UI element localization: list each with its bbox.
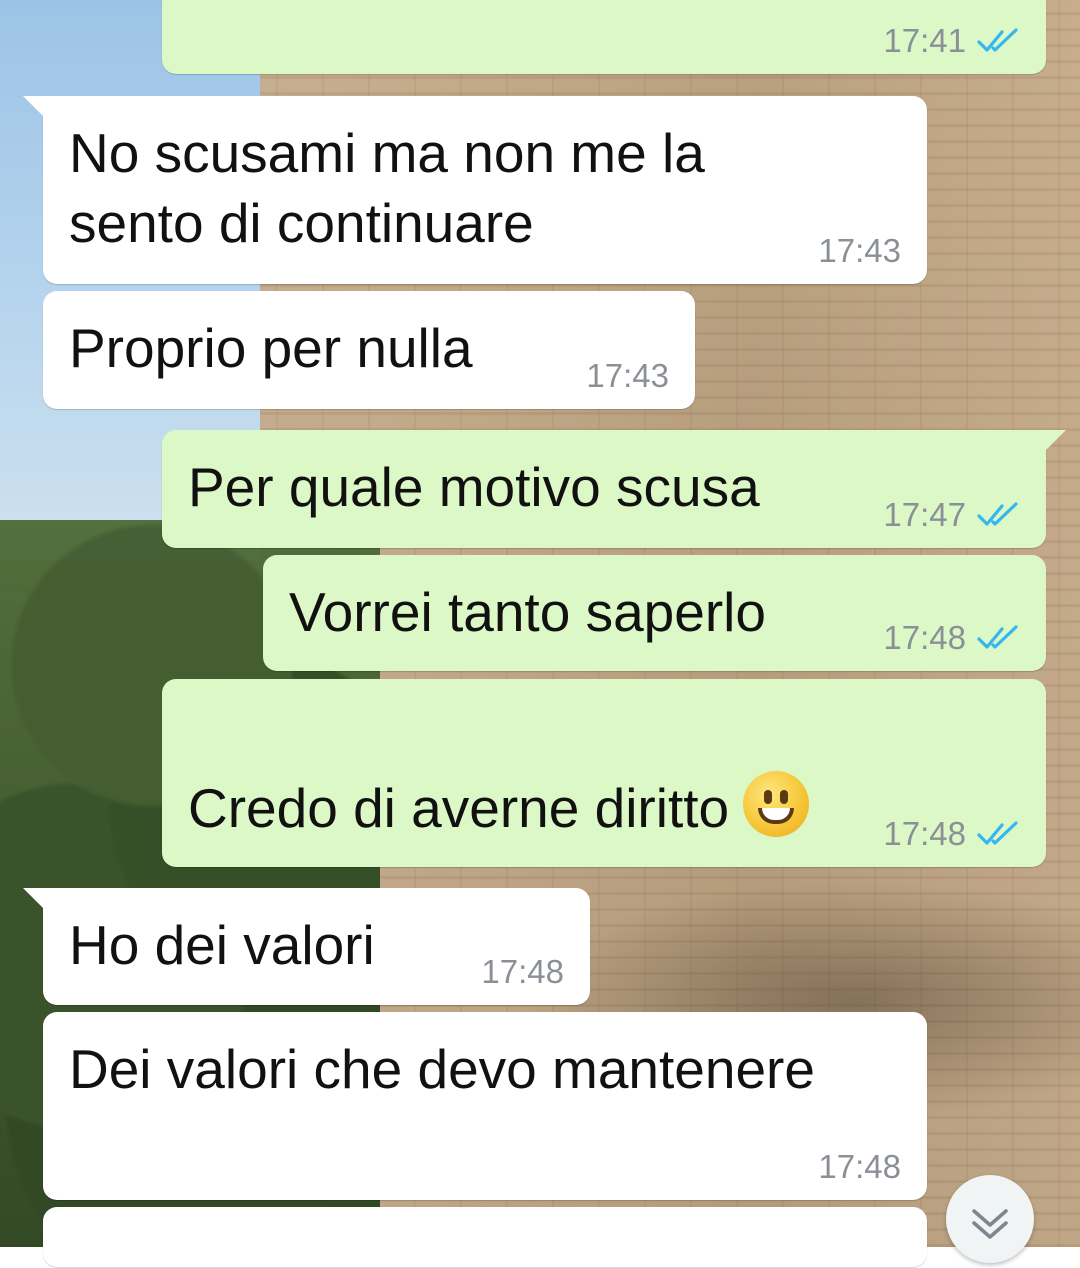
message-text: Credo di averne diritto	[188, 777, 730, 839]
message-time: 17:48	[883, 619, 966, 656]
message-text: Vorrei tanto saperlo	[289, 581, 766, 643]
double-check-read-icon	[977, 502, 1018, 526]
message-bubble-outgoing[interactable]: Credo di averne diritto 17:48	[162, 679, 1046, 867]
message-meta: 17:48	[818, 1148, 901, 1186]
message-bubble-outgoing[interactable]: 17:41	[162, 0, 1046, 74]
message-time: 17:48	[883, 815, 966, 852]
message-text: Dei valori che devo mantenere	[69, 1038, 815, 1100]
double-check-read-icon	[977, 625, 1018, 649]
scroll-to-bottom-button[interactable]	[946, 1175, 1034, 1263]
double-check-read-icon	[977, 821, 1018, 845]
message-bubble-outgoing[interactable]: Vorrei tanto saperlo 17:48	[263, 555, 1046, 671]
message-meta: 17:48	[883, 815, 1020, 853]
message-bubble-incoming[interactable]: Dei valori che devo mantenere 17:48	[43, 1012, 927, 1200]
message-time: 17:43	[586, 357, 669, 394]
double-check-read-icon	[977, 28, 1018, 52]
message-meta: 17:47	[883, 496, 1020, 534]
message-bubble-incoming[interactable]: Ho dei valori 17:48	[23, 888, 590, 1005]
double-chevron-down-icon	[972, 1209, 1008, 1239]
message-meta: 17:43	[586, 357, 669, 395]
message-time: 17:48	[818, 1148, 901, 1185]
message-bubble-outgoing[interactable]: Per quale motivo scusa 17:47	[162, 430, 1066, 548]
message-time: 17:48	[481, 953, 564, 990]
message-time: 17:47	[883, 496, 966, 533]
message-text: Proprio per nulla	[69, 317, 473, 379]
message-bubble-incoming[interactable]: No scusami ma non me la sento di continu…	[23, 96, 927, 284]
message-meta: 17:48	[883, 619, 1020, 657]
message-text-wrapper: Credo di averne diritto	[188, 701, 810, 843]
message-text: No scusami ma non me la sento di continu…	[69, 122, 705, 254]
message-bubble-incoming[interactable]: Proprio per nulla 17:43	[43, 291, 695, 409]
message-text: Per quale motivo scusa	[188, 456, 760, 518]
message-time: 17:43	[818, 232, 901, 269]
grinning-face-emoji-icon	[743, 771, 810, 837]
message-bubble-incoming[interactable]	[43, 1207, 927, 1267]
message-meta: 17:43	[818, 232, 901, 270]
message-meta: 17:48	[481, 953, 564, 991]
message-time: 17:41	[883, 22, 966, 59]
message-text: Ho dei valori	[69, 914, 375, 976]
message-meta: 17:41	[883, 22, 1020, 60]
